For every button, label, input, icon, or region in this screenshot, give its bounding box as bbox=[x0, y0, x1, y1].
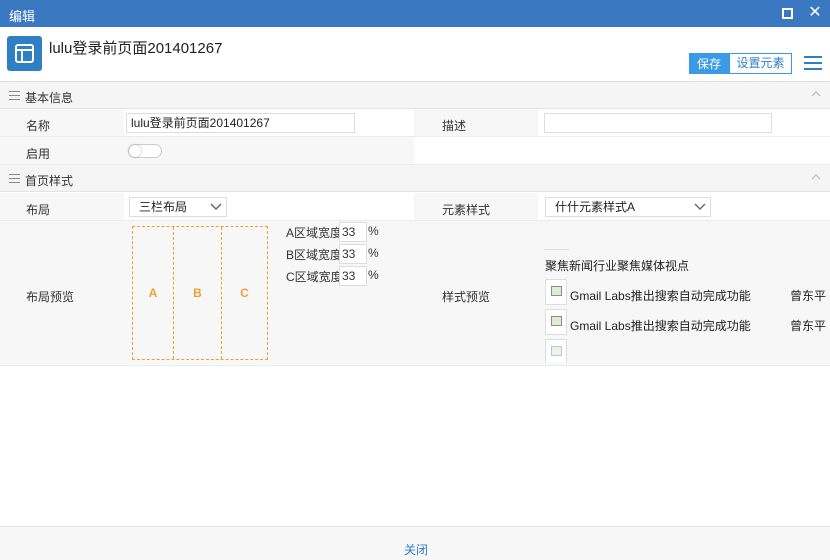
width-b-label: B区域宽度: bbox=[286, 248, 346, 262]
width-b-input[interactable]: 33 bbox=[339, 244, 367, 264]
dialog-footer: 关闭 bbox=[0, 526, 830, 560]
chevron-down-icon bbox=[210, 203, 222, 210]
enable-row: 启用 bbox=[0, 137, 830, 165]
width-a-label: A区域宽度: bbox=[286, 226, 346, 240]
element-style-select[interactable]: 什什元素样式A bbox=[545, 197, 711, 217]
section-style-title: 首页样式 bbox=[25, 174, 74, 188]
name-row: 名称 lulu登录前页面201401267 描述 bbox=[0, 109, 830, 137]
section-basic-title: 基本信息 bbox=[25, 91, 74, 105]
width-b-unit: % bbox=[368, 246, 379, 260]
layout-row: 布局 三栏布局 元素样式 什什元素样式A bbox=[0, 193, 830, 221]
layout-select[interactable]: 三栏布局 bbox=[129, 197, 227, 217]
preview-row: 布局预览 A B C A区域宽度: 33 % B区域宽度: 33 % C区域宽度… bbox=[0, 221, 830, 366]
style-preview-label: 样式预览 bbox=[442, 290, 491, 304]
layout-preview-label: 布局预览 bbox=[26, 290, 75, 304]
layout-column-a: A bbox=[133, 227, 174, 359]
page-header: lulu登录前页面201401267 保存 设置元素 bbox=[0, 27, 830, 82]
preview-item-author: 曾东平 bbox=[790, 289, 827, 303]
enable-label: 启用 bbox=[26, 147, 51, 161]
description-label: 描述 bbox=[442, 119, 467, 133]
close-button[interactable]: 关闭 bbox=[404, 541, 428, 558]
width-a-input[interactable]: 33 bbox=[339, 222, 367, 242]
description-input[interactable] bbox=[544, 113, 772, 133]
preview-heading: 聚焦新闻行业聚焦媒体视点 bbox=[545, 259, 690, 273]
element-style-select-value: 什什元素样式A bbox=[555, 200, 636, 214]
element-style-label: 元素样式 bbox=[442, 203, 491, 217]
name-label: 名称 bbox=[26, 119, 51, 133]
hamburger-icon bbox=[9, 91, 20, 100]
preview-item-author: 曾东平 bbox=[790, 319, 827, 333]
width-c-unit: % bbox=[368, 268, 379, 282]
collapse-up-icon[interactable] bbox=[811, 89, 821, 99]
layout-select-value: 三栏布局 bbox=[139, 200, 188, 214]
window-title: 编辑 bbox=[9, 9, 36, 24]
maximize-icon[interactable] bbox=[782, 8, 793, 19]
set-elements-button[interactable]: 设置元素 bbox=[729, 53, 792, 74]
image-icon bbox=[545, 279, 567, 305]
menu-list-icon[interactable] bbox=[804, 55, 822, 71]
image-icon bbox=[545, 339, 567, 363]
width-c-input[interactable]: 33 bbox=[339, 266, 367, 286]
page-title: lulu登录前页面201401267 bbox=[49, 40, 223, 57]
enable-toggle[interactable] bbox=[128, 144, 162, 158]
width-c-label: C区域宽度: bbox=[286, 270, 347, 284]
layout-column-c: C bbox=[240, 286, 249, 300]
preview-item-text: Gmail Labs推出搜索自动完成功能 bbox=[570, 319, 751, 333]
image-icon bbox=[545, 309, 567, 335]
layout-preview: A B C bbox=[132, 226, 268, 360]
close-icon[interactable]: ✕ bbox=[805, 3, 825, 23]
layout-column-b: B bbox=[174, 227, 222, 359]
hamburger-icon bbox=[9, 174, 20, 183]
name-input[interactable]: lulu登录前页面201401267 bbox=[126, 113, 355, 133]
collapse-up-icon[interactable] bbox=[811, 172, 821, 182]
chevron-down-icon bbox=[694, 203, 706, 210]
save-button[interactable]: 保存 bbox=[689, 53, 729, 74]
layout-label: 布局 bbox=[26, 203, 51, 217]
preview-item-text: Gmail Labs推出搜索自动完成功能 bbox=[570, 289, 751, 303]
page-icon bbox=[7, 36, 42, 71]
section-style-header[interactable]: 首页样式 bbox=[0, 165, 830, 192]
section-basic-header[interactable]: 基本信息 bbox=[0, 82, 830, 109]
window-titlebar: 编辑 ✕ bbox=[0, 0, 830, 27]
width-a-unit: % bbox=[368, 224, 379, 238]
